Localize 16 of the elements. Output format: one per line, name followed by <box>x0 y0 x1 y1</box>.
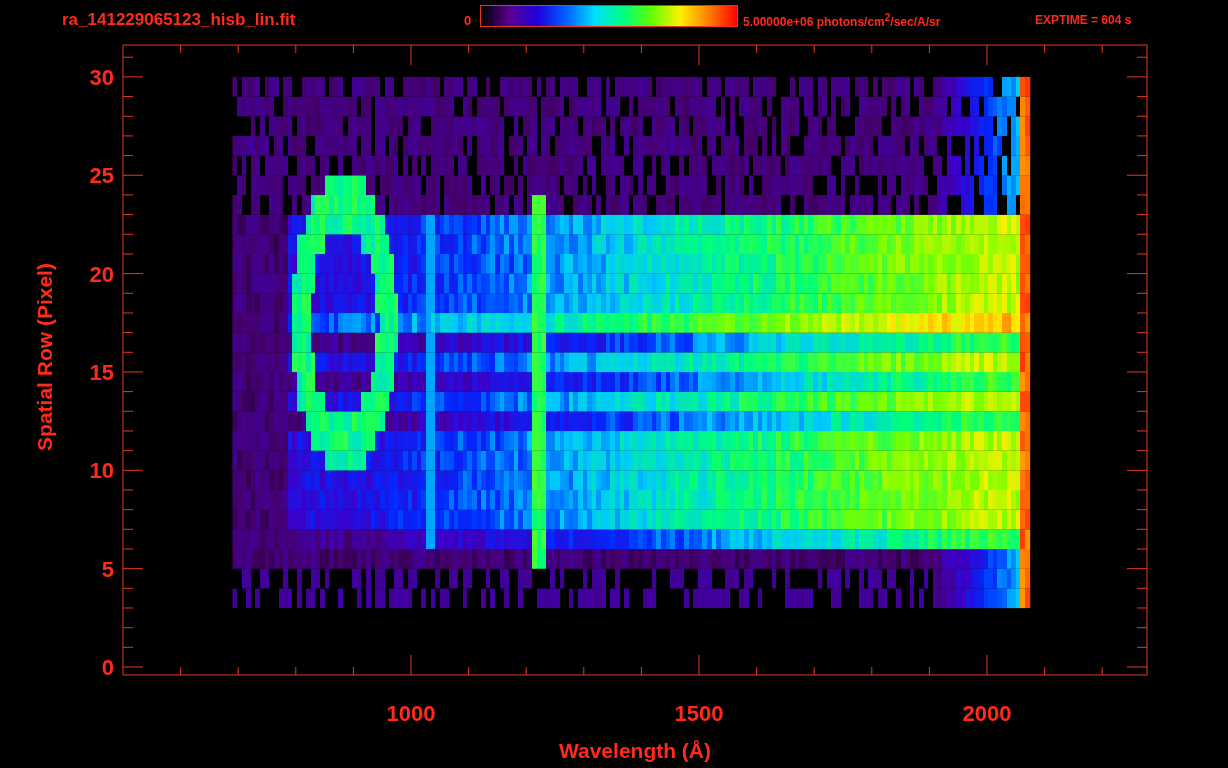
y-tick-label: 10 <box>89 458 114 484</box>
colorbar-min-label: 0 <box>464 12 473 28</box>
file-title: ra_141229065123_hisb_lin.fit <box>62 10 297 30</box>
x-axis-label: Wavelength (Å) <box>558 739 712 762</box>
y-axis-label: Spatial Row (Pixel) <box>33 263 56 451</box>
colorbar-max-label: 5.00000e+06 photons/cm$^{2}$/sec/A/sr <box>743 11 942 29</box>
y-tick-label: 25 <box>89 163 114 189</box>
y-tick-label: 5 <box>101 556 114 582</box>
x-tick-label: 1500 <box>674 701 724 726</box>
exposure-time: EXPTIME = 604 s <box>1035 13 1132 27</box>
y-tick-label: 20 <box>89 261 114 287</box>
x-tick-label: 2000 <box>962 701 1012 726</box>
x-tick-label: 1000 <box>386 701 436 726</box>
y-tick-label: 0 <box>101 655 114 680</box>
y-tick-label: 30 <box>89 64 114 90</box>
y-tick-label: 15 <box>89 359 114 385</box>
